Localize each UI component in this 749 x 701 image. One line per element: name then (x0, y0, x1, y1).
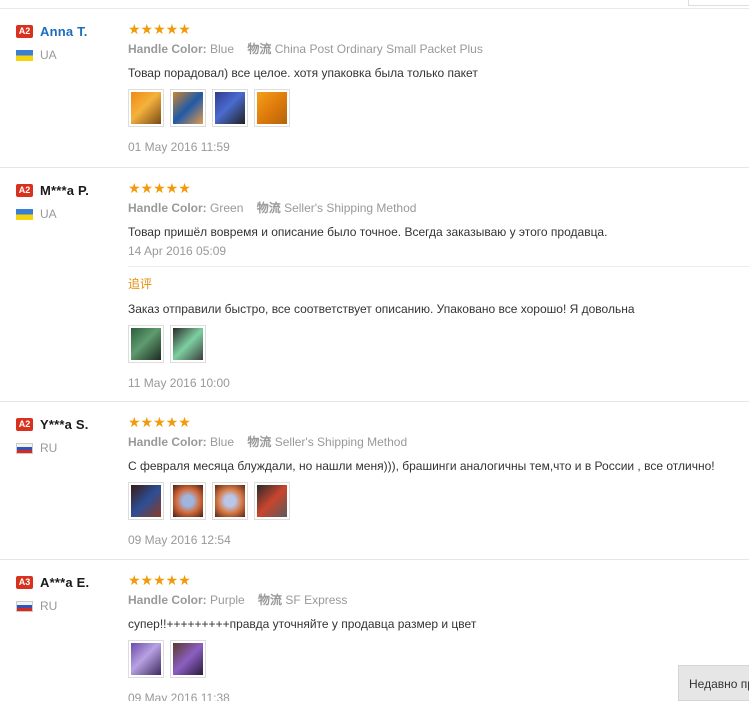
review-date: 01 May 2016 11:59 (128, 140, 230, 154)
color-value: Blue (210, 435, 235, 449)
review-meta: Handle Color: Purple 物流 SF Express (128, 592, 749, 608)
shipping-value: SF Express (285, 593, 348, 607)
review-meta: Handle Color: Blue 物流 Seller's Shipping … (128, 434, 749, 450)
reviewer-info: A3 A***a E. RU (16, 574, 126, 613)
ukraine-flag-icon (16, 49, 33, 61)
review-text: супер!!+++++++++правда уточняйте у прода… (128, 617, 477, 631)
review-photo[interactable] (128, 482, 164, 520)
additional-divider (128, 266, 749, 267)
review-meta: Handle Color: Blue 物流 China Post Ordinar… (128, 41, 749, 57)
reviewer-name: M***a P. (40, 182, 90, 198)
shipping-value: Seller's Shipping Method (274, 435, 408, 449)
reviewer-info: A2 M***a P. UA (16, 182, 126, 221)
review-photo[interactable] (128, 89, 164, 127)
review-photo[interactable] (254, 482, 290, 520)
review-photo[interactable] (128, 325, 164, 363)
country-code: RU (40, 441, 58, 455)
review-photos (128, 89, 749, 127)
review-item: A2 Y***a S. RU ★★★★★ Handle Color: Blue … (0, 402, 749, 560)
review-photos (128, 640, 749, 678)
shipping-value: China Post Ordinary Small Packet Plus (274, 42, 483, 56)
review-item: A3 A***a E. RU ★★★★★ Handle Color: Purpl… (0, 560, 749, 701)
review-photo[interactable] (212, 482, 248, 520)
color-label: Handle Color: (128, 435, 207, 449)
review-photo[interactable] (170, 640, 206, 678)
reviewer-info: A2 Anna T. UA (16, 23, 126, 62)
country-code: UA (40, 207, 57, 221)
review-text: Товар порадовал) все целое. хотя упаковк… (128, 66, 478, 80)
star-rating: ★★★★★ (128, 414, 191, 430)
shipping-label: 物流 (247, 435, 272, 449)
review-photo[interactable] (170, 89, 206, 127)
reviewer-info: A2 Y***a S. RU (16, 416, 126, 455)
review-content: ★★★★★ Handle Color: Purple 物流 SF Express… (128, 572, 749, 701)
level-badge: A2 (16, 24, 33, 38)
shipping-label: 物流 (256, 201, 281, 215)
shipping-value: Seller's Shipping Method (284, 201, 417, 215)
additional-review-label: 追评 (128, 277, 153, 291)
review-photo[interactable] (170, 482, 206, 520)
review-item: A2 Anna T. UA ★★★★★ Handle Color: Blue 物… (0, 9, 749, 168)
star-rating: ★★★★★ (128, 572, 191, 588)
recently-viewed-button[interactable]: Недавно просмотренные (678, 665, 749, 701)
reviewer-name: A***a E. (40, 574, 90, 590)
review-content: ★★★★★ Handle Color: Green 物流 Seller's Sh… (128, 180, 749, 259)
review-content: ★★★★★ Handle Color: Blue 物流 Seller's Shi… (128, 414, 749, 548)
color-label: Handle Color: (128, 42, 207, 56)
country-code: RU (40, 599, 58, 613)
review-date: 14 Apr 2016 05:09 (128, 244, 227, 258)
review-content: ★★★★★ Handle Color: Blue 物流 China Post O… (128, 21, 749, 155)
review-date: 09 May 2016 11:38 (128, 691, 230, 701)
level-badge: A2 (16, 183, 33, 197)
review-text: С февраля месяца блуждали, но нашли меня… (128, 459, 715, 473)
review-item: A2 M***a P. UA ★★★★★ Handle Color: Green… (0, 168, 749, 402)
additional-review-date: 11 May 2016 10:00 (128, 376, 230, 390)
review-photo[interactable] (128, 640, 164, 678)
level-badge: A2 (16, 417, 33, 431)
ukraine-flag-icon (16, 208, 33, 220)
reviewer-name: Y***a S. (40, 416, 89, 432)
color-value: Green (210, 201, 244, 215)
star-rating: ★★★★★ (128, 180, 191, 196)
review-photos (128, 482, 749, 520)
review-photos (128, 325, 749, 363)
additional-review-text: Заказ отправили быстро, все соответствуе… (128, 302, 635, 316)
review-photo[interactable] (170, 325, 206, 363)
shipping-label: 物流 (247, 42, 272, 56)
review-photo[interactable] (254, 89, 290, 127)
level-badge: A3 (16, 575, 33, 589)
color-label: Handle Color: (128, 593, 207, 607)
shipping-label: 物流 (258, 593, 283, 607)
country-code: UA (40, 48, 57, 62)
reviewer-name[interactable]: Anna T. (40, 24, 88, 39)
color-value: Blue (210, 42, 235, 56)
review-text: Товар пришёл вовремя и описание было точ… (128, 225, 608, 239)
star-rating: ★★★★★ (128, 21, 191, 37)
russia-flag-icon (16, 600, 33, 612)
review-photo[interactable] (212, 89, 248, 127)
additional-review: 追评 Заказ отправили быстро, все соответст… (128, 276, 749, 391)
russia-flag-icon (16, 442, 33, 454)
top-control[interactable] (688, 0, 749, 6)
review-date: 09 May 2016 12:54 (128, 533, 231, 547)
color-label: Handle Color: (128, 201, 207, 215)
color-value: Purple (210, 593, 245, 607)
review-meta: Handle Color: Green 物流 Seller's Shipping… (128, 200, 749, 216)
